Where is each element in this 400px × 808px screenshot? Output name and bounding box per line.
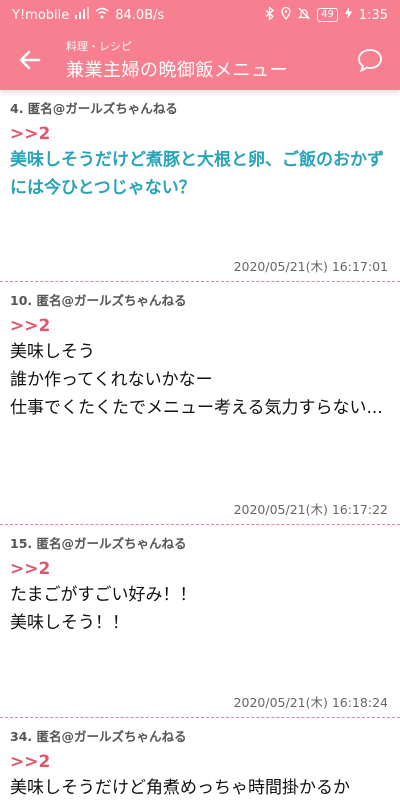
post-author: 34. 匿名@ガールズちゃんねる (10, 729, 187, 744)
post-timestamp: 2020/05/21(木) 16:17:22 (233, 502, 388, 517)
post-author: 15. 匿名@ガールズちゃんねる (10, 536, 187, 551)
status-bar: Y!mobile 84.0B/s 49 1:35 (0, 0, 400, 30)
page-title: 兼業主婦の晩御飯メニュー (66, 60, 288, 81)
comment-post: 4. 匿名@ガールズちゃんねる >>2 美味しそうだけど煮豚と大根と卵、ご飯のお… (0, 90, 400, 282)
post-body: 美味しそうだけど角煮めっちゃ時間掛かるか (10, 778, 350, 798)
battery-level: 49 (317, 8, 338, 22)
carrier-label: Y!mobile (12, 7, 70, 23)
reply-link[interactable]: >>2 (10, 752, 390, 772)
speech-bubble-icon (358, 49, 382, 72)
reply-link[interactable]: >>2 (10, 559, 390, 579)
comment-post: 34. 匿名@ガールズちゃんねる >>2 美味しそうだけど角煮めっちゃ時間掛かる… (0, 718, 400, 808)
comment-button[interactable] (340, 30, 400, 90)
category-label: 料理・レシピ (66, 40, 132, 53)
post-timestamp: 2020/05/21(木) 16:18:24 (233, 695, 388, 710)
post-timestamp: 2020/05/21(木) 16:17:01 (233, 259, 388, 274)
signal-icon (75, 7, 90, 23)
clock: 1:35 (358, 7, 388, 23)
post-author: 4. 匿名@ガールズちゃんねる (10, 101, 178, 116)
charging-icon (344, 7, 352, 23)
comment-list: 4. 匿名@ガールズちゃんねる >>2 美味しそうだけど煮豚と大根と卵、ご飯のお… (0, 90, 400, 808)
arrow-left-icon (19, 50, 41, 70)
wifi-icon (95, 7, 109, 23)
comment-post: 10. 匿名@ガールズちゃんねる >>2 美味しそう 誰か作ってくれないかなー … (0, 282, 400, 525)
network-speed: 84.0B/s (115, 7, 165, 23)
post-body: 美味しそう 誰か作ってくれないかなー 仕事でくたくたでメニュー考える気力すらない… (10, 342, 383, 418)
post-body: たまごがすごい好み！！ 美味しそう！！ (10, 585, 197, 633)
back-button[interactable] (0, 30, 60, 90)
location-icon (281, 6, 291, 24)
reply-link[interactable]: >>2 (10, 316, 390, 336)
post-author: 10. 匿名@ガールズちゃんねる (10, 293, 187, 308)
app-bar: 料理・レシピ 兼業主婦の晩御飯メニュー (0, 30, 400, 90)
bluetooth-icon (265, 5, 275, 24)
mute-icon (298, 7, 311, 24)
reply-link[interactable]: >>2 (10, 124, 390, 144)
comment-post: 15. 匿名@ガールズちゃんねる >>2 たまごがすごい好み！！ 美味しそう！！… (0, 525, 400, 718)
post-body: 美味しそうだけど煮豚と大根と卵、ご飯のおかずには今ひとつじゃない？ (10, 150, 384, 198)
